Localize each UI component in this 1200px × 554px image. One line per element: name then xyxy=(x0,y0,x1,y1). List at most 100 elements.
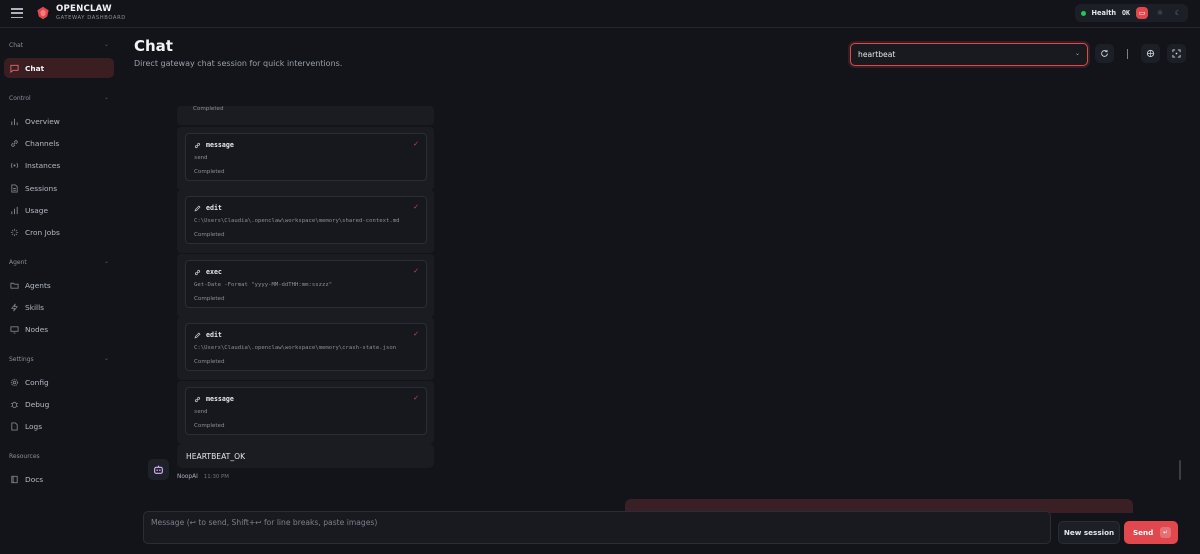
sidebar-item-docs[interactable]: Docs xyxy=(4,469,114,489)
loader-icon xyxy=(10,228,19,237)
theme-system-icon[interactable]: ▭ xyxy=(1136,7,1148,19)
sidebar-item-label: Logs xyxy=(25,421,43,431)
sidebar-section-control: Control xyxy=(9,95,31,102)
tool-card[interactable]: message ✓ send Completed xyxy=(185,387,427,435)
assistant-message: HEARTBEAT_OK xyxy=(177,444,434,468)
status-pill: Health OK ▭ ☼ ☾ xyxy=(1074,4,1188,22)
menu-toggle-icon[interactable] xyxy=(11,8,23,19)
thinking-toggle-button[interactable] xyxy=(1141,44,1160,63)
sidebar-item-label: Channels xyxy=(25,138,60,148)
message-meta: NoopAI 11:30 PM xyxy=(177,474,229,480)
pencil-icon xyxy=(194,332,201,338)
sender-name: NoopAI xyxy=(177,474,198,480)
sidebar-item-config[interactable]: Config xyxy=(4,372,114,392)
sidebar-item-label: Docs xyxy=(25,474,44,484)
tool-card[interactable]: edit ✓ C:\Users\Claudia\.openclaw\worksp… xyxy=(185,196,427,244)
chevron-down-icon[interactable]: ⌄ xyxy=(104,258,109,265)
chat-thread[interactable]: Completed message ✓ send Completed edit … xyxy=(177,106,435,468)
sidebar-item-sessions[interactable]: Sessions xyxy=(4,178,114,198)
sidebar-item-cron-jobs[interactable]: Cron Jobs xyxy=(4,222,114,242)
sidebar-item-label: Config xyxy=(25,377,49,387)
tool-group: edit ✓ C:\Users\Claudia\.openclaw\worksp… xyxy=(177,190,434,253)
tool-status: Completed xyxy=(194,232,225,238)
chevron-down-icon: ⌄ xyxy=(1074,50,1080,57)
sidebar-item-chat[interactable]: Chat xyxy=(4,58,114,78)
app-root: OPENCLAW GATEWAY DASHBOARD Health OK ▭ ☼… xyxy=(0,0,1200,554)
session-select-value: heartbeat xyxy=(858,50,896,59)
check-icon: ✓ xyxy=(413,330,419,338)
check-icon: ✓ xyxy=(413,394,419,402)
chevron-down-icon[interactable]: ⌄ xyxy=(104,41,109,48)
openclaw-logo xyxy=(37,6,49,20)
link-icon xyxy=(194,269,201,275)
new-session-label: New session xyxy=(1063,528,1115,537)
tool-group: message ✓ send Completed xyxy=(177,381,434,444)
brand-name: OPENCLAW xyxy=(56,4,112,14)
send-label: Send xyxy=(1133,528,1154,537)
sidebar-item-overview[interactable]: Overview xyxy=(4,111,114,131)
sidebar-item-agents[interactable]: Agents xyxy=(4,275,114,295)
sidebar-item-instances[interactable]: Instances xyxy=(4,155,114,175)
tool-detail: C:\Users\Claudia\.openclaw\workspace\mem… xyxy=(194,345,397,351)
toolbar-divider xyxy=(1127,49,1128,59)
assistant-message-text: HEARTBEAT_OK xyxy=(186,451,246,461)
sidebar: Chat ⌄ Chat Control ⌄ Overview Channels … xyxy=(0,29,120,554)
tool-card[interactable]: exec ✓ Get-Date -Format "yyyy-MM-ddTHH:m… xyxy=(185,260,427,308)
enter-key-icon: ↵ xyxy=(1160,527,1171,538)
health-label: Health xyxy=(1091,9,1117,17)
sidebar-item-skills[interactable]: Skills xyxy=(4,297,114,317)
monitor-icon xyxy=(10,325,19,334)
thread-scrollbar[interactable] xyxy=(1179,460,1181,480)
message-input[interactable] xyxy=(144,512,1050,543)
tool-detail: send xyxy=(194,409,208,415)
tool-name: edit xyxy=(206,331,222,339)
sidebar-item-debug[interactable]: Debug xyxy=(4,394,114,414)
message-composer[interactable] xyxy=(143,511,1051,544)
radio-icon xyxy=(10,161,19,170)
page-subtitle: Direct gateway chat session for quick in… xyxy=(134,59,343,68)
top-bar: OPENCLAW GATEWAY DASHBOARD Health OK ▭ ☼… xyxy=(0,0,1200,28)
sidebar-item-label: Usage xyxy=(25,205,49,215)
sidebar-item-label: Cron Jobs xyxy=(25,227,60,237)
tool-name: message xyxy=(206,141,234,149)
sidebar-item-usage[interactable]: Usage xyxy=(4,200,114,220)
tool-group: exec ✓ Get-Date -Format "yyyy-MM-ddTHH:m… xyxy=(177,254,434,317)
tool-card[interactable]: edit ✓ C:\Users\Claudia\.openclaw\worksp… xyxy=(185,323,427,371)
tool-name: message xyxy=(206,395,234,403)
sidebar-section-resources: Resources xyxy=(9,453,40,460)
chevron-down-icon[interactable]: ⌄ xyxy=(104,94,109,101)
file-icon xyxy=(10,421,19,431)
tool-card[interactable]: message ✓ send Completed xyxy=(185,133,427,181)
gear-icon xyxy=(10,378,19,387)
health-status-dot xyxy=(1080,10,1086,16)
theme-dark-icon[interactable]: ☾ xyxy=(1172,7,1184,19)
session-select[interactable]: heartbeat ⌄ xyxy=(850,43,1088,66)
sidebar-item-label: Sessions xyxy=(25,183,58,193)
sidebar-item-label: Chat xyxy=(25,63,45,73)
tool-detail: Get-Date -Format "yyyy-MM-ddTHH:mm:sszzz… xyxy=(194,282,333,288)
sidebar-item-channels[interactable]: Channels xyxy=(4,133,114,153)
chevron-down-icon[interactable]: ⌄ xyxy=(104,355,109,362)
check-icon: ✓ xyxy=(413,140,419,148)
sidebar-item-label: Agents xyxy=(25,280,51,290)
refresh-button[interactable] xyxy=(1095,44,1114,63)
sidebar-item-logs[interactable]: Logs xyxy=(4,416,114,436)
expand-icon xyxy=(1172,49,1181,58)
tool-status: Completed xyxy=(193,106,224,112)
check-icon: ✓ xyxy=(413,203,419,211)
send-button[interactable]: Send ↵ xyxy=(1124,521,1178,544)
tool-status: Completed xyxy=(194,169,225,175)
tool-status: Completed xyxy=(194,296,225,302)
new-session-button[interactable]: New session xyxy=(1058,521,1120,544)
book-icon xyxy=(10,475,19,484)
sidebar-item-nodes[interactable]: Nodes xyxy=(4,319,114,339)
tool-name: edit xyxy=(206,204,222,212)
zap-icon xyxy=(10,303,19,312)
assistant-avatar xyxy=(148,459,169,480)
sidebar-section-agent: Agent xyxy=(9,259,27,266)
check-icon: ✓ xyxy=(413,267,419,275)
focus-mode-button[interactable] xyxy=(1167,44,1186,63)
message-square-icon xyxy=(10,64,19,73)
theme-light-icon[interactable]: ☼ xyxy=(1154,7,1166,19)
brain-icon xyxy=(1146,49,1155,58)
